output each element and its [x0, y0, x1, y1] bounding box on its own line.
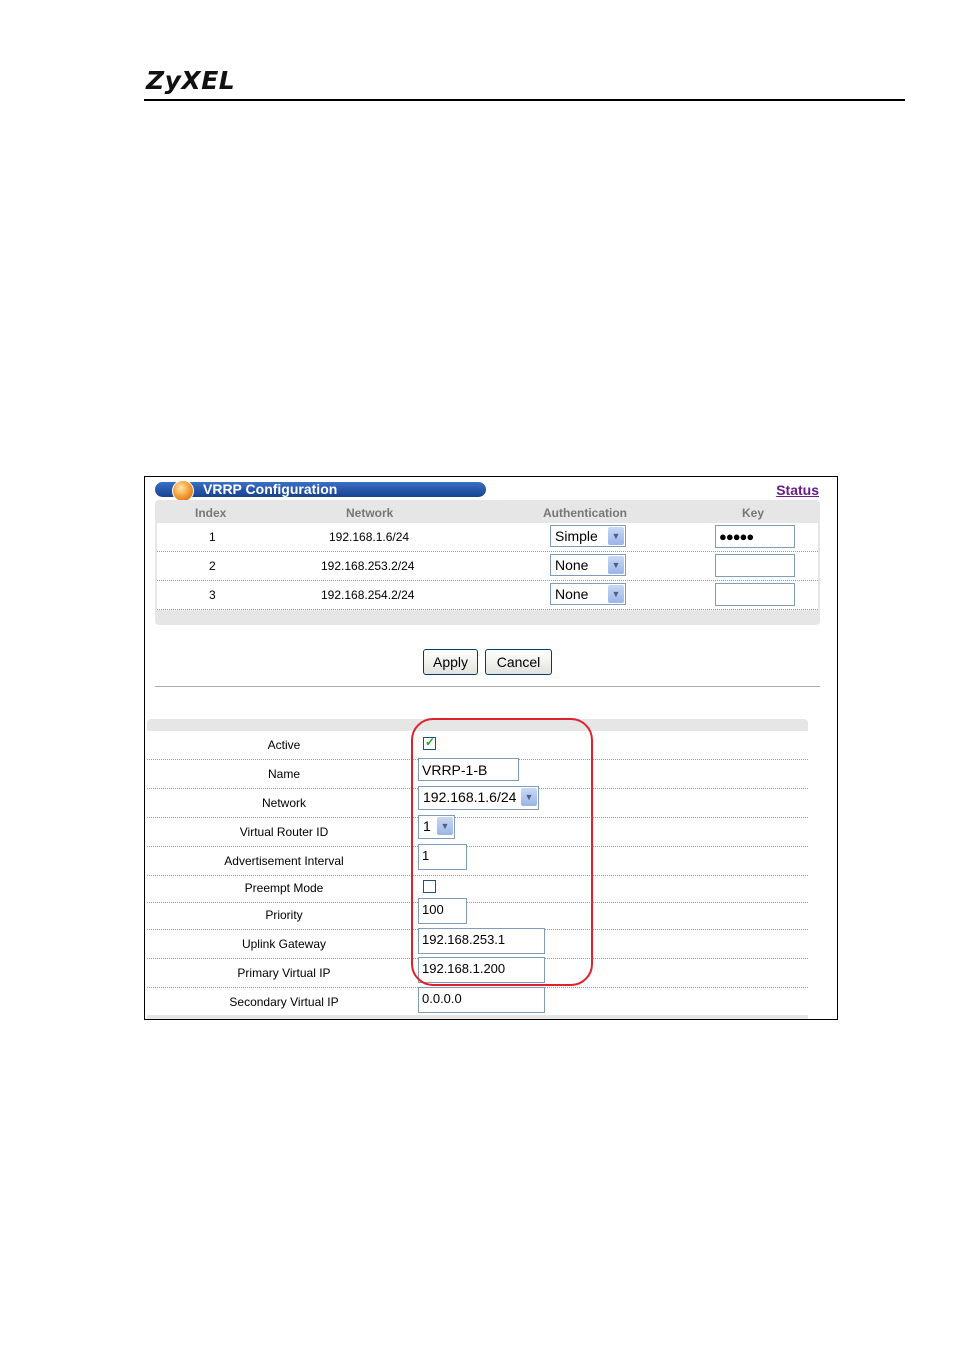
network-label: Network	[261, 796, 306, 810]
form-footer-bar	[147, 1015, 808, 1019]
header-authentication: Authentication	[543, 506, 627, 520]
secondary-virtual-ip-value: 0.0.0.0	[422, 991, 462, 1006]
status-link[interactable]: Status	[776, 482, 819, 498]
chevron-down-icon: ▼	[521, 788, 537, 806]
active-checkbox[interactable]: ✓	[423, 735, 436, 750]
secondary-virtual-ip-input[interactable]: 0.0.0.0	[418, 987, 545, 1013]
authentication-value: None	[555, 557, 589, 573]
secondary-virtual-ip-label: Secondary Virtual IP	[229, 995, 339, 1009]
form-row-network: Network 192.168.1.6/24 ▼	[147, 786, 808, 818]
chevron-down-icon: ▼	[608, 556, 624, 574]
form-row-name: Name VRRP-1-B	[147, 758, 808, 789]
authentication-value: None	[555, 586, 589, 602]
row-network: 192.168.253.2/24	[321, 559, 415, 573]
vrrp-table: Index Network Authentication Key 1 192.1…	[155, 500, 820, 625]
table-row: 3 192.168.254.2/24 None ▼	[157, 581, 818, 610]
section-divider	[155, 686, 820, 687]
chevron-down-icon: ▼	[608, 527, 624, 545]
network-select[interactable]: 192.168.1.6/24 ▼	[418, 786, 539, 810]
form-row-virtual-router-id: Virtual Router ID 1 ▼	[147, 815, 808, 847]
header-network: Network	[346, 506, 394, 520]
key-input[interactable]: ●●●●●	[715, 525, 795, 548]
primary-virtual-ip-value: 192.168.1.200	[422, 961, 506, 976]
header-index: Index	[195, 506, 227, 520]
name-label: Name	[267, 767, 300, 781]
header-key: Key	[742, 506, 765, 520]
form-row-preempt-mode: Preempt Mode	[147, 873, 808, 903]
key-input[interactable]	[715, 583, 795, 606]
uplink-gateway-value: 192.168.253.1	[422, 932, 506, 947]
name-input[interactable]: VRRP-1-B	[418, 758, 519, 781]
vrrp-configuration-screen: VRRP Configuration Status Index Network …	[144, 476, 838, 1020]
row-index: 1	[209, 530, 216, 544]
priority-input[interactable]: 100	[418, 898, 467, 924]
priority-label: Priority	[265, 908, 303, 922]
key-input[interactable]	[715, 554, 795, 577]
preempt-mode-checkbox[interactable]	[423, 880, 436, 893]
advertisement-interval-input[interactable]: 1	[418, 844, 467, 870]
primary-virtual-ip-label: Primary Virtual IP	[237, 966, 331, 980]
row-network: 192.168.254.2/24	[321, 588, 415, 602]
zyxel-logo: ZyXEL	[146, 66, 236, 95]
priority-value: 100	[422, 902, 444, 917]
form-row-secondary-virtual-ip: Secondary Virtual IP 0.0.0.0	[147, 987, 808, 1017]
check-icon: ✓	[425, 735, 436, 749]
apply-button[interactable]: Apply	[423, 649, 478, 675]
virtual-router-id-value: 1	[423, 818, 431, 834]
authentication-select[interactable]: Simple ▼	[550, 525, 626, 547]
key-masked-value: ●●●●●	[719, 529, 754, 544]
row-index: 3	[209, 588, 216, 602]
advertisement-interval-value: 1	[422, 848, 430, 863]
uplink-gateway-label: Uplink Gateway	[241, 937, 327, 951]
virtual-router-id-label: Virtual Router ID	[239, 825, 329, 839]
advertisement-interval-label: Advertisement Interval	[224, 854, 344, 868]
header-rule	[144, 99, 905, 101]
primary-virtual-ip-input[interactable]: 192.168.1.200	[418, 957, 545, 983]
active-label: Active	[267, 738, 301, 752]
form-row-active: Active ✓	[147, 730, 808, 760]
name-value: VRRP-1-B	[422, 762, 488, 778]
row-index: 2	[209, 559, 216, 573]
form-row-priority: Priority 100	[147, 898, 808, 930]
orange-orb-icon	[172, 480, 194, 502]
uplink-gateway-input[interactable]: 192.168.253.1	[418, 928, 545, 954]
title-bar: VRRP Configuration	[155, 480, 486, 502]
chevron-down-icon: ▼	[437, 817, 453, 835]
chevron-down-icon: ▼	[608, 585, 624, 603]
virtual-router-id-select[interactable]: 1 ▼	[418, 815, 455, 839]
form-row-advertisement-interval: Advertisement Interval 1	[147, 844, 808, 876]
form-row-uplink-gateway: Uplink Gateway 192.168.253.1	[147, 928, 808, 959]
table-row: 2 192.168.253.2/24 None ▼	[157, 552, 818, 581]
authentication-select[interactable]: None ▼	[550, 583, 626, 605]
window-title: VRRP Configuration	[203, 481, 338, 497]
table-row: 1 192.168.1.6/24 Simple ▼ ●●●●●	[157, 523, 818, 552]
authentication-value: Simple	[555, 528, 598, 544]
row-network: 192.168.1.6/24	[329, 530, 410, 544]
network-value: 192.168.1.6/24	[423, 789, 517, 805]
preempt-mode-label: Preempt Mode	[244, 881, 324, 895]
form-row-primary-virtual-ip: Primary Virtual IP 192.168.1.200	[147, 957, 808, 988]
cancel-button[interactable]: Cancel	[485, 649, 552, 675]
authentication-select[interactable]: None ▼	[550, 554, 626, 576]
